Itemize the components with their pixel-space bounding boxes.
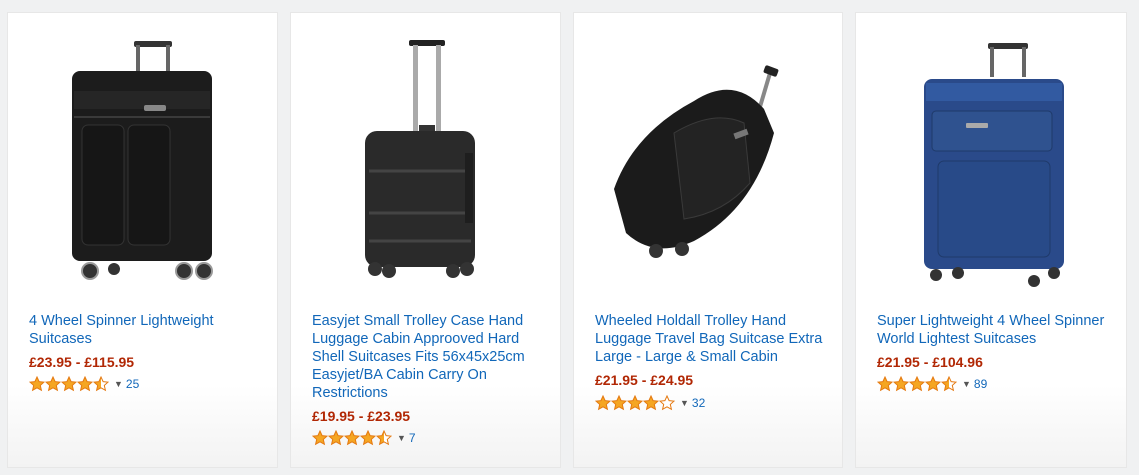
star-icon — [45, 376, 61, 392]
chevron-down-icon[interactable]: ▼ — [397, 433, 406, 443]
product-card[interactable]: Super Lightweight 4 Wheel Spinner World … — [855, 12, 1127, 468]
star-icon — [328, 430, 344, 446]
star-icon — [909, 376, 925, 392]
star-icon — [77, 376, 93, 392]
star-icon — [93, 376, 109, 392]
product-image[interactable] — [856, 13, 1126, 301]
star-icon — [595, 395, 611, 411]
blue-soft-spinner-suitcase-icon — [924, 43, 1064, 287]
star-rating — [595, 395, 675, 411]
product-price: £19.95 - £23.95 — [312, 408, 411, 424]
star-icon — [925, 376, 941, 392]
product-card[interactable]: Wheeled Holdall Trolley Hand Luggage Tra… — [573, 12, 843, 468]
star-icon — [29, 376, 45, 392]
product-rating[interactable]: ▼ 7 — [312, 429, 416, 447]
product-rating[interactable]: ▼ 25 — [29, 375, 139, 393]
product-card[interactable]: 4 Wheel Spinner Lightweight Suitcases £2… — [7, 12, 278, 468]
star-icon — [877, 376, 893, 392]
review-count[interactable]: 89 — [974, 377, 987, 391]
review-count[interactable]: 25 — [126, 377, 139, 391]
star-icon — [627, 395, 643, 411]
product-title[interactable]: Wheeled Holdall Trolley Hand Luggage Tra… — [595, 312, 830, 366]
star-icon — [312, 430, 328, 446]
product-title[interactable]: 4 Wheel Spinner Lightweight Suitcases — [29, 312, 265, 348]
product-price: £21.95 - £24.95 — [595, 372, 694, 388]
product-price: £23.95 - £115.95 — [29, 354, 135, 370]
chevron-down-icon[interactable]: ▼ — [680, 398, 689, 408]
chevron-down-icon[interactable]: ▼ — [114, 379, 123, 389]
star-icon — [941, 376, 957, 392]
product-title[interactable]: Super Lightweight 4 Wheel Spinner World … — [877, 312, 1114, 348]
star-icon — [61, 376, 77, 392]
star-icon — [893, 376, 909, 392]
black-soft-spinner-suitcase-icon — [72, 41, 213, 280]
star-icon — [611, 395, 627, 411]
product-image[interactable] — [8, 13, 277, 301]
star-icon — [344, 430, 360, 446]
star-icon — [376, 430, 392, 446]
star-icon — [643, 395, 659, 411]
product-price: £21.95 - £104.96 — [877, 354, 983, 370]
chevron-down-icon[interactable]: ▼ — [962, 379, 971, 389]
product-rating[interactable]: ▼ 32 — [595, 394, 705, 412]
review-count[interactable]: 7 — [409, 431, 416, 445]
black-wheeled-holdall-bag-icon — [614, 65, 779, 258]
product-title[interactable]: Easyjet Small Trolley Case Hand Luggage … — [312, 312, 548, 402]
star-icon — [360, 430, 376, 446]
product-image[interactable] — [291, 13, 560, 301]
star-rating — [877, 376, 957, 392]
black-hard-shell-cabin-case-icon — [365, 40, 475, 278]
star-rating — [312, 430, 392, 446]
star-icon — [659, 395, 675, 411]
review-count[interactable]: 32 — [692, 396, 705, 410]
star-rating — [29, 376, 109, 392]
product-rating[interactable]: ▼ 89 — [877, 375, 987, 393]
product-image[interactable] — [574, 13, 842, 301]
product-card[interactable]: Easyjet Small Trolley Case Hand Luggage … — [290, 12, 561, 468]
